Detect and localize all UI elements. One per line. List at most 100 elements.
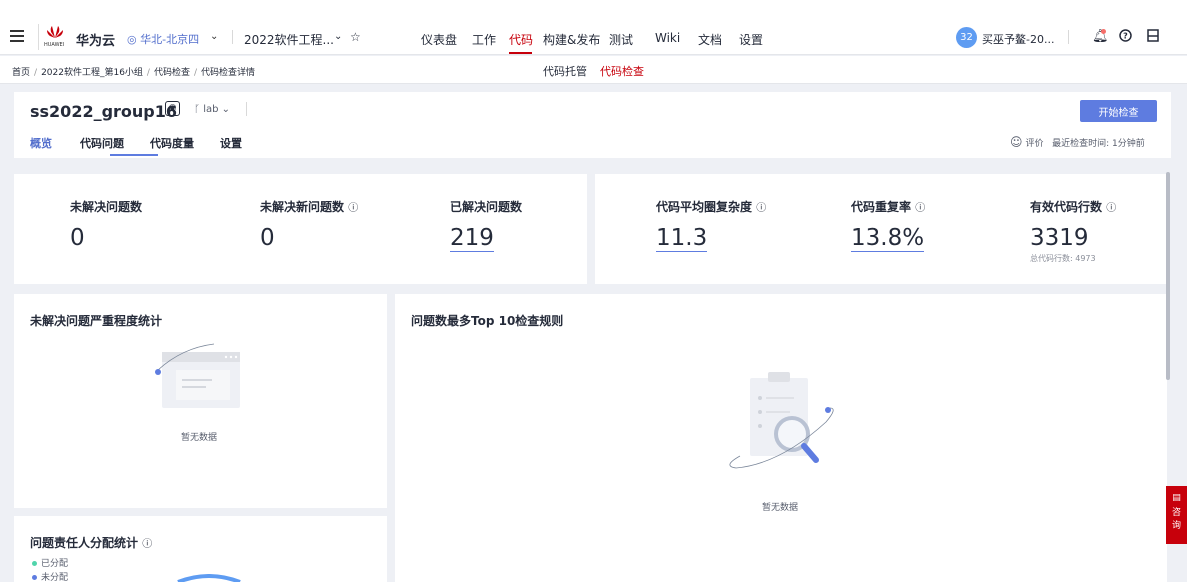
empty-state-illustration — [155, 343, 240, 408]
repo-header: ss2022_group16 ◉ ᚴ lab ⌄ 概览 代码问题 代码度量 设置… — [14, 92, 1171, 158]
tab-hover-indicator — [110, 154, 158, 156]
tab-code-issues[interactable]: 代码问题 — [80, 135, 124, 151]
empty-text: 暂无数据 — [762, 503, 799, 513]
nav-code[interactable]: 代码 — [509, 31, 533, 48]
legend-label: 已分配 — [41, 559, 69, 569]
page-title: ss2022_group16 — [30, 102, 178, 121]
branch-selector[interactable]: ᚴ lab ⌄ — [194, 104, 230, 115]
top-navbar: HUAWEI 华为云 ◎ 华北-北京四 ⌄ 2022软件工程... ⌄ ☆ 仪表… — [0, 0, 1187, 55]
nav-work[interactable]: 工作 — [472, 31, 496, 48]
consult-button[interactable]: ▤ 咨询 — [1166, 486, 1187, 544]
smile-icon[interactable]: ☺ — [1010, 135, 1023, 149]
project-selector[interactable]: 2022软件工程... — [244, 31, 334, 48]
region-selector[interactable]: ◎ 华北-北京四 — [127, 31, 199, 47]
chevron-down-icon[interactable]: ⌄ — [334, 31, 342, 42]
chat-icon: ▤ — [1172, 493, 1181, 503]
panel-title: 未解决问题严重程度统计 — [30, 314, 163, 328]
info-icon[interactable]: ⓘ — [756, 203, 766, 214]
menu-icon[interactable] — [10, 30, 24, 45]
legend-assigned[interactable]: 已分配 — [32, 556, 68, 569]
overview-content: 未解决问题数 0 未解决新问题数 ⓘ 0 已解决问题数 219 代码平均圈复杂度… — [14, 168, 1167, 582]
stat-unresolved-new: 未解决新问题数 ⓘ 0 — [260, 198, 358, 251]
stat-label: 未解决问题数 — [70, 200, 143, 214]
star-icon[interactable]: ☆ — [350, 30, 361, 44]
panel-title: 问题数最多Top 10检查规则 — [411, 314, 564, 328]
info-icon[interactable]: ⓘ — [142, 539, 152, 550]
top-rules-panel: 问题数最多Top 10检查规则 暂无数据 — [395, 294, 1167, 582]
nav-wiki[interactable]: Wiki — [655, 31, 680, 45]
subnav-code-hosting[interactable]: 代码托管 — [543, 63, 587, 79]
tab-settings[interactable]: 设置 — [220, 135, 242, 151]
breadcrumb-code-check[interactable]: 代码检查 — [154, 68, 190, 78]
stat-complexity: 代码平均圈复杂度 ⓘ 11.3 — [656, 198, 766, 252]
nav-docs[interactable]: 文档 — [698, 31, 722, 48]
stat-label-text: 代码平均圈复杂度 — [656, 200, 753, 214]
stat-label-text: 有效代码行数 — [1030, 200, 1103, 214]
nav-active-indicator — [509, 52, 532, 54]
chevron-down-icon: ⌄ — [221, 104, 231, 115]
legend-dot — [32, 575, 37, 580]
severity-panel: 未解决问题严重程度统计 暂无数据 — [14, 294, 387, 508]
nav-build-release[interactable]: 构建&发布 — [543, 31, 600, 48]
stat-label: 代码平均圈复杂度 ⓘ — [656, 198, 766, 215]
logo-text: HUAWEI — [44, 42, 65, 48]
panel-title-text: 问题责任人分配统计 — [30, 536, 139, 550]
code-metrics-card: 代码平均圈复杂度 ⓘ 11.3 代码重复率 ⓘ 13.8% 有效代码行数 ⓘ 3… — [595, 174, 1167, 284]
empty-clipboard-illustration — [729, 372, 834, 469]
username[interactable]: 买巫予鳌-20... — [982, 31, 1054, 47]
empty-text: 暂无数据 — [181, 433, 218, 443]
breadcrumb-bar: 首页/2022软件工程_第16小组 / 代码检查 / 代码检查详情 代码托管 代码检查 — [0, 56, 1187, 84]
total-lines: 总代码行数: 4973 — [1030, 254, 1096, 263]
tab-code-metrics[interactable]: 代码度量 — [150, 135, 194, 151]
stat-value: 0 — [260, 225, 275, 251]
stat-value-link[interactable]: 219 — [450, 225, 494, 252]
stat-label-text: 代码重复率 — [851, 200, 912, 214]
stat-effective-lines: 有效代码行数 ⓘ 3319 总代码行数: 4973 — [1030, 198, 1116, 264]
rate-info: ☺ 评价 最近检查时间: 1分钟前 — [1010, 135, 1145, 149]
info-icon[interactable]: ⓘ — [915, 203, 925, 214]
stat-resolved: 已解决问题数 219 — [450, 198, 522, 252]
nav-test[interactable]: 测试 — [609, 31, 633, 48]
brand-name[interactable]: 华为云 — [76, 30, 115, 49]
scrollbar-thumb[interactable] — [1166, 172, 1170, 380]
last-check-time: 最近检查时间: 1分钟前 — [1052, 139, 1145, 149]
nav-dashboard[interactable]: 仪表盘 — [421, 31, 457, 48]
stat-value-link[interactable]: 13.8% — [851, 225, 925, 252]
donut-chart-edge — [177, 574, 241, 582]
info-icon[interactable]: ⓘ — [1106, 203, 1116, 214]
avatar[interactable]: 32 — [956, 27, 977, 48]
stat-label: 未解决新问题数 ⓘ — [260, 198, 358, 215]
chevron-down-icon[interactable]: ⌄ — [210, 31, 218, 42]
divider — [232, 30, 233, 44]
notification-dot — [1101, 29, 1106, 34]
nav-settings[interactable]: 设置 — [739, 31, 763, 48]
stat-value-link[interactable]: 11.3 — [656, 225, 708, 252]
start-check-button[interactable]: 开始检查 — [1080, 100, 1157, 122]
branch-icon: ᚴ — [194, 104, 200, 115]
breadcrumb-current: 代码检查详情 — [201, 68, 256, 78]
consult-label: 咨询 — [1171, 508, 1181, 531]
legend-unassigned[interactable]: 未分配 — [32, 570, 68, 582]
repo-shield-icon[interactable]: ◉ — [165, 101, 180, 116]
breadcrumb-project[interactable]: 2022软件工程_第16小组 — [41, 68, 143, 78]
stat-label-text: 未解决新问题数 — [260, 200, 345, 214]
info-icon[interactable]: ⓘ — [348, 203, 358, 214]
breadcrumb-home[interactable]: 首页 — [12, 68, 30, 78]
stat-duplication: 代码重复率 ⓘ 13.8% — [851, 198, 925, 252]
stat-value: 0 — [70, 225, 85, 251]
stat-unresolved: 未解决问题数 0 — [70, 198, 142, 251]
legend-dot — [32, 561, 37, 566]
legend-label: 未分配 — [41, 573, 69, 582]
panel-title: 问题责任人分配统计 ⓘ — [30, 534, 152, 551]
divider — [246, 102, 247, 116]
subnav-code-check[interactable]: 代码检查 — [600, 63, 644, 79]
stat-value: 3319 — [1030, 225, 1089, 251]
stat-label: 代码重复率 ⓘ — [851, 198, 925, 215]
help-icon[interactable]: ? — [1119, 29, 1132, 46]
layout-icon[interactable] — [1147, 29, 1159, 46]
svg-text:?: ? — [1123, 32, 1128, 41]
tab-overview[interactable]: 概览 — [30, 135, 52, 151]
stat-label: 已解决问题数 — [450, 200, 523, 214]
rate-link[interactable]: 评价 — [1026, 139, 1044, 149]
branch-name: lab — [203, 104, 219, 115]
